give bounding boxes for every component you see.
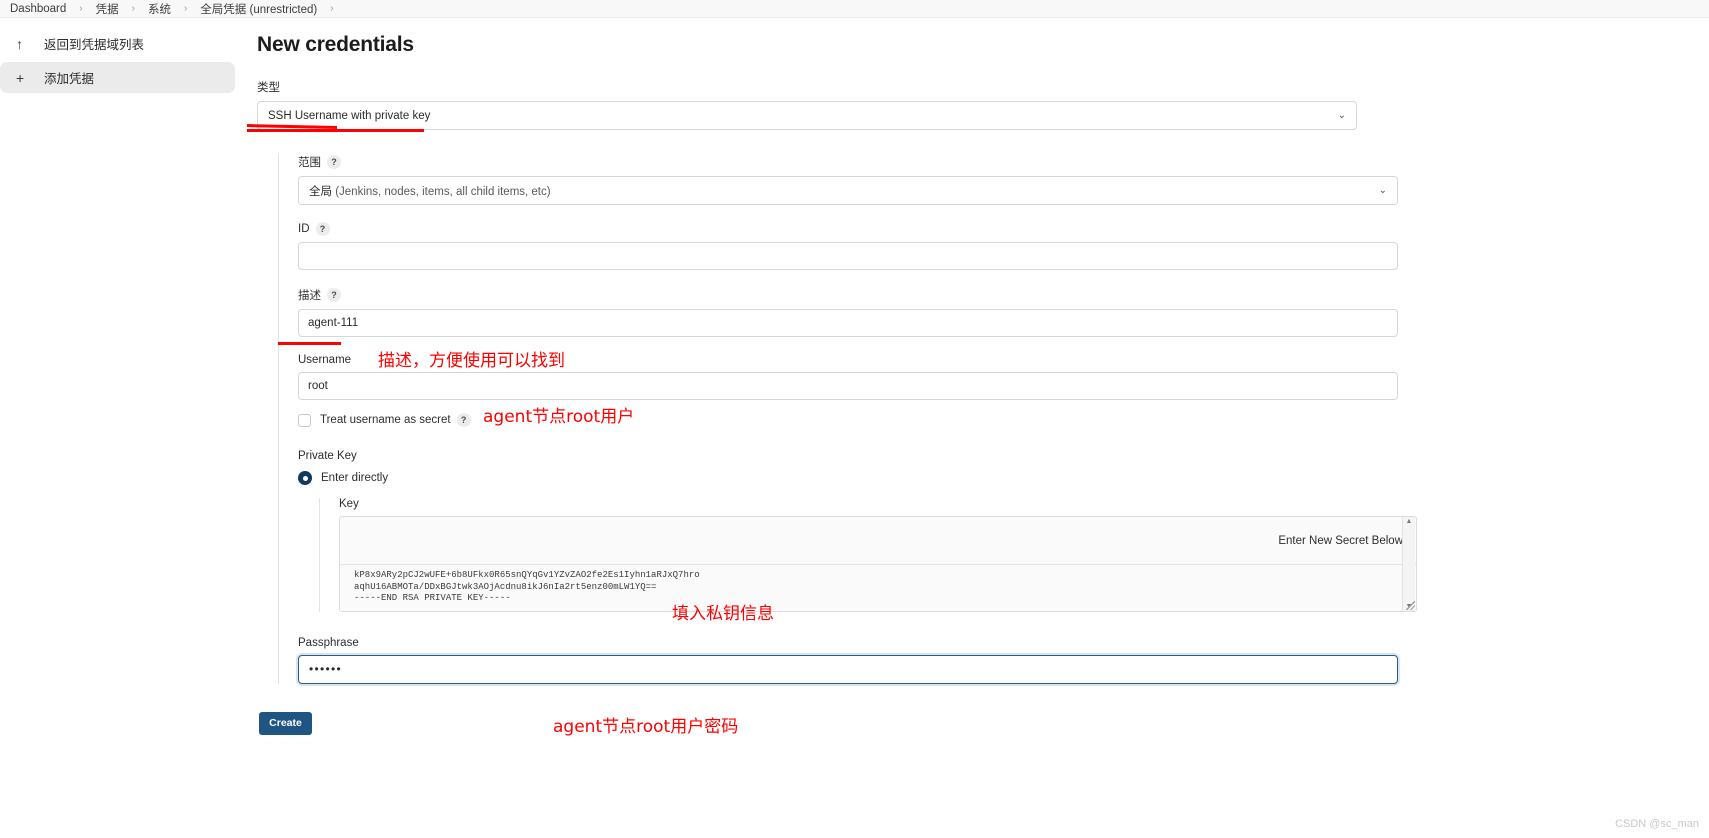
- annotation-underline-type: [247, 129, 424, 132]
- enter-directly-radio-row[interactable]: Enter directly: [298, 471, 1400, 485]
- description-input[interactable]: agent-111: [298, 309, 1398, 337]
- plus-icon: +: [16, 69, 25, 86]
- scope-value-bold: 全局: [309, 185, 332, 198]
- passphrase-label-text: Passphrase: [298, 636, 359, 649]
- sidebar: ↑ 返回到凭据域列表 + 添加凭据: [0, 28, 235, 96]
- key-textarea[interactable]: kP8x9ARy2pCJ2wUFE+6b8UFkx0R65snQYqGv1YZv…: [340, 564, 1416, 611]
- passphrase-label: Passphrase: [298, 637, 1400, 649]
- type-field-group: 类型 SSH Username with private key ⌄: [257, 79, 1357, 130]
- annotation-username-note: agent节点root用户: [483, 407, 635, 427]
- create-button[interactable]: Create: [259, 711, 312, 735]
- help-icon[interactable]: ?: [327, 288, 341, 302]
- private-key-label: Private Key: [298, 450, 1400, 462]
- radio-inner-dot: [302, 475, 308, 481]
- scope-label-text: 范围: [298, 157, 321, 169]
- type-select-value: SSH Username with private key: [268, 109, 431, 122]
- chevron-down-icon: ⌄: [1337, 109, 1346, 121]
- sidebar-item-add-credentials[interactable]: + 添加凭据: [0, 62, 235, 93]
- breadcrumb-separator: ›: [330, 3, 334, 14]
- annotation-passphrase-note: agent节点root用户密码: [553, 717, 739, 737]
- sidebar-item-label: 返回到凭据域列表: [44, 38, 145, 52]
- breadcrumb-item-credentials[interactable]: 凭据: [94, 1, 121, 17]
- type-label-text: 类型: [257, 82, 280, 94]
- type-label: 类型: [257, 79, 1357, 95]
- type-select[interactable]: SSH Username with private key ⌄: [257, 101, 1357, 130]
- annotation-private-key-note: 填入私钥信息: [672, 604, 774, 624]
- description-label: 描述 ?: [298, 287, 1400, 303]
- username-input[interactable]: root: [298, 372, 1398, 400]
- scroll-up-icon[interactable]: ▲: [1406, 518, 1413, 525]
- breadcrumb-item-dashboard[interactable]: Dashboard: [8, 3, 68, 15]
- up-arrow-icon: ↑: [16, 35, 23, 52]
- enter-directly-label: Enter directly: [321, 472, 389, 484]
- key-subgroup: Key Enter New Secret Below kP8x9ARy2pCJ2…: [319, 498, 1417, 612]
- passphrase-field-group: Passphrase ••••••: [298, 637, 1400, 684]
- id-input[interactable]: [298, 242, 1398, 270]
- page-title: New credentials: [257, 33, 414, 56]
- new-credentials-form: New credentials 类型 SSH Username with pri…: [257, 33, 1417, 735]
- key-label-text: Key: [339, 498, 359, 510]
- key-label: Key: [339, 498, 1400, 510]
- annotation-underline-description: [278, 342, 341, 345]
- breadcrumb-item-system[interactable]: 系统: [146, 1, 173, 17]
- chevron-down-icon: ⌄: [1378, 184, 1387, 196]
- treat-username-as-secret-checkbox[interactable]: [298, 413, 311, 427]
- id-label-text: ID: [298, 223, 310, 235]
- treat-username-as-secret-label: Treat username as secret: [320, 414, 451, 426]
- enter-directly-radio[interactable]: [298, 471, 312, 485]
- scope-value-rest: (Jenkins, nodes, items, all child items,…: [332, 185, 551, 198]
- help-icon[interactable]: ?: [456, 413, 471, 427]
- sidebar-item-label: 添加凭据: [44, 72, 95, 86]
- scope-select-value: 全局 (Jenkins, nodes, items, all child ite…: [309, 183, 551, 199]
- help-icon[interactable]: ?: [315, 222, 330, 236]
- treat-username-as-secret-row[interactable]: Treat username as secret ?: [298, 413, 1400, 427]
- key-scrollbar[interactable]: ▲ ▼: [1402, 517, 1415, 611]
- enter-new-secret-header: Enter New Secret Below: [340, 517, 1416, 564]
- enter-new-secret-text: Enter New Secret Below: [1278, 534, 1403, 547]
- breadcrumb-separator: ›: [131, 3, 135, 14]
- username-label-text: Username: [298, 354, 352, 366]
- breadcrumb: Dashboard › 凭据 › 系统 › 全局凭据 (unrestricted…: [0, 0, 1709, 18]
- id-label: ID ?: [298, 222, 1400, 236]
- watermark: CSDN @sc_man: [1615, 818, 1699, 830]
- scope-label: 范围 ?: [298, 154, 1400, 170]
- resize-handle[interactable]: [1406, 600, 1415, 610]
- passphrase-input[interactable]: ••••••: [298, 654, 1398, 684]
- sidebar-item-back-to-domain-list[interactable]: ↑ 返回到凭据域列表: [0, 28, 235, 59]
- scope-select[interactable]: 全局 (Jenkins, nodes, items, all child ite…: [298, 176, 1398, 205]
- key-textarea-container[interactable]: Enter New Secret Below kP8x9ARy2pCJ2wUFE…: [339, 516, 1417, 612]
- scope-field-group: 范围 ? 全局 (Jenkins, nodes, items, all chil…: [298, 154, 1400, 205]
- credentials-detail-group: 范围 ? 全局 (Jenkins, nodes, items, all chil…: [278, 154, 1417, 684]
- private-key-label-text: Private Key: [298, 450, 357, 462]
- id-field-group: ID ?: [298, 222, 1400, 270]
- description-label-text: 描述: [298, 290, 321, 302]
- private-key-section: Private Key Enter directly Key Enter New…: [298, 450, 1417, 612]
- breadcrumb-separator: ›: [183, 3, 188, 14]
- description-field-group: 描述 ? agent-111: [298, 287, 1400, 337]
- annotation-description-note: 描述，方便使用可以找到: [378, 351, 565, 371]
- breadcrumb-item-global-credentials[interactable]: 全局凭据 (unrestricted): [198, 1, 319, 17]
- help-icon[interactable]: ?: [327, 155, 341, 169]
- breadcrumb-separator: ›: [79, 3, 83, 14]
